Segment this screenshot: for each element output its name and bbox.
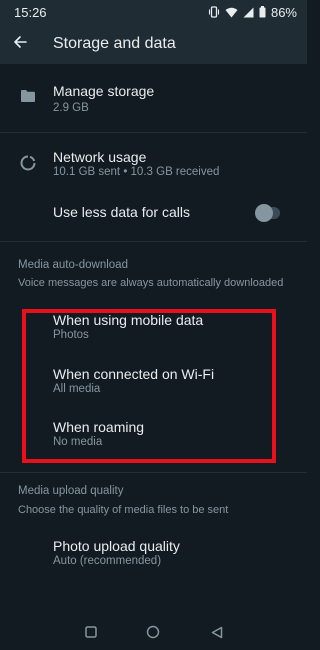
divider bbox=[0, 241, 307, 242]
recents-square-icon[interactable] bbox=[83, 624, 99, 640]
photo-upload-quality-title: Photo upload quality bbox=[53, 538, 180, 554]
home-circle-icon[interactable] bbox=[145, 624, 161, 640]
data-usage-icon bbox=[18, 153, 38, 173]
upload-quality-description: Choose the quality of media files to be … bbox=[18, 504, 229, 516]
manage-storage-item[interactable]: Manage storage 2.9 GB bbox=[0, 70, 307, 124]
toggle-knob bbox=[255, 204, 273, 222]
app-bar: Storage and data bbox=[0, 24, 307, 64]
auto-download-description: Voice messages are always automatically … bbox=[18, 277, 284, 289]
divider bbox=[0, 132, 307, 133]
battery-percent: 86% bbox=[270, 4, 297, 20]
network-usage-title: Network usage bbox=[53, 149, 147, 165]
page-title: Storage and data bbox=[53, 35, 176, 52]
back-triangle-icon[interactable] bbox=[209, 624, 225, 640]
manage-storage-subtitle: 2.9 GB bbox=[53, 102, 89, 114]
network-usage-item[interactable]: Network usage 10.1 GB sent • 10.3 GB rec… bbox=[0, 136, 307, 190]
photo-upload-quality-subtitle: Auto (recommended) bbox=[53, 555, 162, 567]
vibrate-icon bbox=[208, 6, 220, 18]
back-button[interactable] bbox=[0, 24, 40, 64]
wifi-icon bbox=[225, 7, 238, 18]
status-bar: 15:26 86% bbox=[0, 0, 307, 24]
system-nav-bar bbox=[0, 614, 307, 650]
photo-upload-quality-item[interactable]: Photo upload quality Auto (recommended) bbox=[0, 530, 307, 584]
signal-icon bbox=[243, 7, 254, 18]
less-data-calls-title: Use less data for calls bbox=[53, 204, 190, 220]
arrow-left-icon bbox=[13, 35, 27, 54]
status-icons: 86% bbox=[208, 5, 297, 20]
less-data-calls-item[interactable]: Use less data for calls bbox=[0, 190, 307, 234]
manage-storage-title: Manage storage bbox=[53, 83, 155, 99]
less-data-toggle[interactable] bbox=[255, 204, 280, 222]
network-usage-subtitle: 10.1 GB sent • 10.3 GB received bbox=[53, 166, 220, 178]
status-time: 15:26 bbox=[14, 4, 47, 20]
settings-list: Manage storage 2.9 GB Network usage 10.1… bbox=[0, 64, 307, 614]
divider bbox=[0, 472, 307, 473]
battery-icon bbox=[259, 6, 266, 18]
upload-quality-header: Media upload quality bbox=[18, 485, 124, 497]
auto-download-header: Media auto-download bbox=[18, 259, 128, 271]
highlight-annotation bbox=[22, 309, 276, 463]
folder-icon bbox=[18, 86, 38, 106]
